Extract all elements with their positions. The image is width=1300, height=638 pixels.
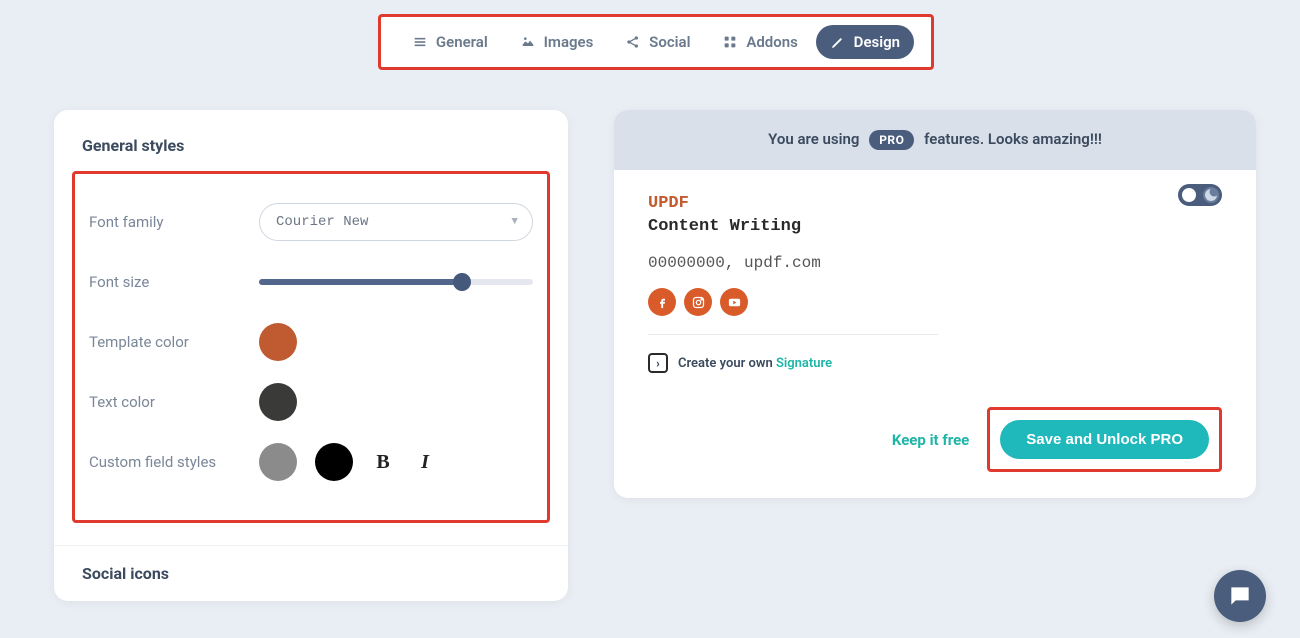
tab-label: General — [436, 33, 488, 51]
styles-highlight-box: Font family Courier New ▼ Font size Temp… — [72, 171, 550, 523]
menu-icon — [412, 34, 428, 50]
cta-chevron-icon: › — [648, 353, 668, 373]
dark-mode-toggle[interactable] — [1178, 184, 1222, 206]
custom-field-label: Custom field styles — [89, 453, 259, 471]
signature-phone: 00000000 — [648, 254, 725, 272]
custom-fg-swatch[interactable] — [315, 443, 353, 481]
pro-badge: PRO — [869, 130, 914, 150]
preview-actions: Keep it free Save and Unlock PRO — [614, 397, 1256, 498]
custom-bg-swatch[interactable] — [259, 443, 297, 481]
tab-design[interactable]: Design — [816, 25, 914, 59]
panel-title: General styles — [82, 136, 540, 155]
slider-knob[interactable] — [453, 273, 471, 291]
tab-general[interactable]: General — [398, 25, 502, 59]
pencil-icon — [830, 34, 846, 50]
image-icon — [520, 34, 536, 50]
tab-label: Design — [854, 33, 900, 51]
facebook-icon[interactable] — [648, 288, 676, 316]
save-highlight-box: Save and Unlock PRO — [987, 407, 1222, 472]
tabs-bar: General Images Social Addons Design — [391, 22, 921, 62]
tabs-highlight-box: General Images Social Addons Design — [378, 14, 934, 70]
signature-socials — [648, 288, 1222, 316]
chat-button[interactable] — [1214, 570, 1266, 622]
text-color-label: Text color — [89, 393, 259, 411]
template-color-swatch[interactable] — [259, 323, 297, 361]
pro-banner: You are using PRO features. Looks amazin… — [614, 110, 1256, 170]
youtube-icon[interactable] — [720, 288, 748, 316]
text-color-swatch[interactable] — [259, 383, 297, 421]
preview-panel: You are using PRO features. Looks amazin… — [614, 110, 1256, 498]
tab-label: Images — [544, 33, 594, 51]
grid-icon — [722, 34, 738, 50]
chevron-down-icon: ▼ — [511, 216, 518, 228]
slider-fill — [259, 279, 462, 285]
signature-contact: 00000000, updf.com — [648, 254, 1222, 272]
signature-site: updf.com — [744, 254, 821, 272]
font-family-value: Courier New — [276, 214, 368, 230]
tab-label: Social — [649, 33, 690, 51]
tab-addons[interactable]: Addons — [708, 25, 811, 59]
banner-prefix: You are using — [768, 130, 859, 148]
template-color-row: Template color — [89, 312, 533, 372]
signature-cta[interactable]: › Create your own Signature — [648, 353, 1222, 373]
text-color-row: Text color — [89, 372, 533, 432]
signature-name: UPDF — [648, 194, 1222, 213]
moon-icon — [1203, 187, 1219, 203]
custom-field-row: Custom field styles B I — [89, 432, 533, 492]
font-size-slider[interactable] — [259, 279, 533, 285]
share-icon — [625, 34, 641, 50]
banner-suffix: features. Looks amazing!!! — [924, 130, 1102, 148]
sun-icon — [1182, 188, 1196, 202]
social-icons-title: Social icons — [82, 564, 540, 583]
font-size-row: Font size — [89, 252, 533, 312]
keep-it-free-link[interactable]: Keep it free — [892, 431, 969, 449]
tab-social[interactable]: Social — [611, 25, 704, 59]
cta-prefix: Create your own — [678, 356, 773, 371]
section-divider — [54, 545, 568, 546]
tab-images[interactable]: Images — [506, 25, 608, 59]
italic-toggle[interactable]: I — [413, 451, 437, 474]
save-unlock-pro-button[interactable]: Save and Unlock PRO — [1000, 420, 1209, 459]
bold-toggle[interactable]: B — [371, 451, 395, 474]
font-size-label: Font size — [89, 273, 259, 291]
font-family-row: Font family Courier New ▼ — [89, 192, 533, 252]
signature-title: Content Writing — [648, 217, 1222, 236]
font-family-select[interactable]: Courier New ▼ — [259, 203, 533, 241]
instagram-icon[interactable] — [684, 288, 712, 316]
general-styles-panel: General styles Font family Courier New ▼… — [54, 110, 568, 601]
signature-preview: UPDF Content Writing 00000000, updf.com … — [614, 170, 1256, 397]
font-family-label: Font family — [89, 213, 259, 231]
template-color-label: Template color — [89, 333, 259, 351]
signature-divider — [648, 334, 938, 335]
tab-label: Addons — [746, 33, 797, 51]
cta-link: Signature — [776, 356, 832, 371]
